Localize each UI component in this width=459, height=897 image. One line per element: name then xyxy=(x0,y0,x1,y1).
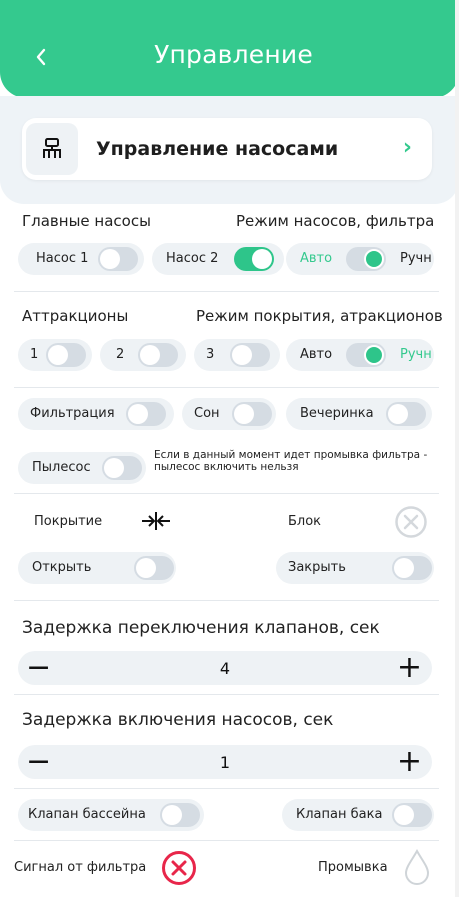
sleep-label: Сон xyxy=(194,406,220,421)
pump1-toggle[interactable] xyxy=(98,247,138,271)
pump-mode-auto-label[interactable]: Авто xyxy=(300,251,332,266)
tank-valve-label: Клапан бака xyxy=(296,807,383,822)
attractions-mode-title: Режим покрытия, атракционов xyxy=(196,307,443,325)
header-bar: Управление xyxy=(0,0,459,98)
filtration-toggle[interactable] xyxy=(126,402,166,426)
plus-button[interactable]: + xyxy=(397,747,422,777)
valve-delay-title: Задержка переключения клапанов, сек xyxy=(22,618,380,638)
cover-close-toggle[interactable] xyxy=(392,556,432,580)
pump-delay-title: Задержка включения насосов, сек xyxy=(22,710,334,730)
pump1-label: Насос 1 xyxy=(36,251,89,266)
sleep-pill: Сон xyxy=(182,398,276,430)
divider xyxy=(14,694,439,695)
divider xyxy=(14,788,439,789)
attractions-title: Аттракционы xyxy=(22,307,129,325)
attraction2-pill: 2 xyxy=(100,339,186,371)
attractions-mode-toggle[interactable] xyxy=(346,343,386,367)
vacuum-note: Если в данный момент идет промывка фильт… xyxy=(154,449,428,473)
scroll-edge xyxy=(455,0,459,897)
app-screen: Управление Управление насосами › Главные… xyxy=(0,0,459,897)
page-title: Управление xyxy=(154,40,313,69)
filtration-pill: Фильтрация xyxy=(18,398,174,430)
pump-delay-stepper: − 1 + xyxy=(18,745,432,779)
pool-valve-label: Клапан бассейна xyxy=(28,807,146,822)
attraction2-label: 2 xyxy=(116,347,125,362)
circle-x-icon xyxy=(395,506,427,538)
party-label: Вечеринка xyxy=(300,406,374,421)
party-toggle[interactable] xyxy=(386,402,426,426)
valve-delay-stepper: − 4 + xyxy=(18,651,432,685)
attraction1-toggle[interactable] xyxy=(46,343,86,367)
divider xyxy=(14,387,439,388)
block-label: Блок xyxy=(288,514,322,529)
pump-mode-toggle[interactable] xyxy=(346,247,386,271)
cover-open-toggle[interactable] xyxy=(134,556,174,580)
vacuum-pill: Пылесос xyxy=(18,452,146,484)
tank-valve-toggle[interactable] xyxy=(392,803,432,827)
cover-open-label: Открыть xyxy=(32,560,92,575)
water-drop-icon xyxy=(404,848,430,885)
pool-valve-toggle[interactable] xyxy=(160,803,200,827)
pump-delay-value: 1 xyxy=(219,753,231,772)
vacuum-label: Пылесос xyxy=(32,460,91,475)
flush-label: Промывка xyxy=(318,860,388,875)
divider xyxy=(14,291,439,292)
pump-control-card[interactable]: Управление насосами › xyxy=(22,118,432,180)
valve-delay-value: 4 xyxy=(219,659,231,678)
vacuum-toggle[interactable] xyxy=(102,456,142,480)
pool-valve-pill: Клапан бассейна xyxy=(18,799,204,831)
cover-close-pill: Закрыть xyxy=(276,552,434,584)
cover-label: Покрытие xyxy=(34,514,103,529)
attraction3-toggle[interactable] xyxy=(230,343,270,367)
error-circle-x-icon xyxy=(162,851,196,885)
attraction3-label: 3 xyxy=(206,347,215,362)
pump-control-label: Управление насосами xyxy=(96,138,339,160)
attractions-mode-pill: Авто Ручн xyxy=(286,339,434,371)
filtration-label: Фильтрация xyxy=(30,406,115,421)
arrows-converge-icon xyxy=(142,512,170,530)
pump2-toggle[interactable] xyxy=(234,247,274,271)
pump-mode-pill: Авто Ручн xyxy=(286,243,434,275)
pump2-label: Насос 2 xyxy=(166,251,219,266)
main-pumps-title: Главные насосы xyxy=(22,212,151,230)
attraction1-label: 1 xyxy=(30,347,39,362)
pump1-pill: Насос 1 xyxy=(18,243,144,275)
party-pill: Вечеринка xyxy=(286,398,432,430)
cover-close-label: Закрыть xyxy=(288,560,346,575)
pump-mode-manual-label[interactable]: Ручн xyxy=(400,251,432,266)
pump2-pill: Насос 2 xyxy=(152,243,284,275)
attraction2-toggle[interactable] xyxy=(138,343,178,367)
pump-manifold-icon xyxy=(43,138,61,158)
pump-mode-title: Режим насосов, фильтра xyxy=(236,212,435,230)
cover-open-pill: Открыть xyxy=(18,552,176,584)
attractions-mode-manual-label[interactable]: Ручн xyxy=(400,347,432,362)
plus-button[interactable]: + xyxy=(397,653,422,683)
sleep-toggle[interactable] xyxy=(232,402,272,426)
attraction3-pill: 3 xyxy=(194,339,280,371)
divider xyxy=(14,600,439,601)
pump-icon-box xyxy=(26,123,78,175)
attractions-mode-auto-label[interactable]: Авто xyxy=(300,347,332,362)
divider xyxy=(14,493,439,494)
attraction1-pill: 1 xyxy=(18,339,92,371)
divider xyxy=(14,840,439,841)
tank-valve-pill: Клапан бака xyxy=(282,799,434,831)
filter-signal-label: Сигнал от фильтра xyxy=(14,860,147,875)
chevron-right-icon: › xyxy=(402,135,412,160)
